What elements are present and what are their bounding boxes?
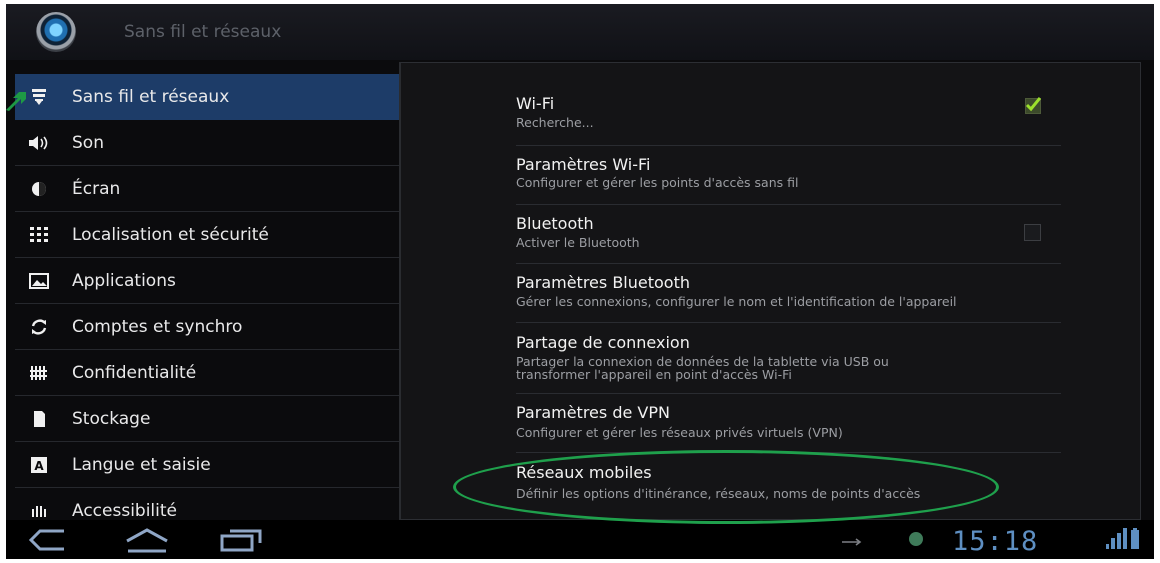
- wifi-checkbox[interactable]: [1025, 97, 1041, 114]
- storage-icon: [28, 408, 50, 430]
- brightness-icon: [28, 178, 50, 200]
- settings-detail-panel: Wi-Fi Recherche... Paramètres Wi-Fi Conf…: [399, 62, 1141, 520]
- setting-wifi-params[interactable]: Paramètres Wi-Fi Configurer et gérer les…: [516, 146, 1061, 205]
- setting-vpn[interactable]: Paramètres de VPN Configurer et gérer le…: [516, 394, 1061, 453]
- setting-bluetooth[interactable]: Bluetooth Activer le Bluetooth: [516, 205, 1061, 264]
- setting-title: Paramètres Bluetooth: [516, 273, 690, 292]
- sidebar-item-display[interactable]: Écran: [15, 166, 399, 212]
- sidebar-item-label: Stockage: [72, 408, 151, 429]
- sidebar-item-accounts-sync[interactable]: Comptes et synchro: [15, 304, 399, 350]
- sidebar-item-label: Comptes et synchro: [72, 316, 243, 337]
- status-clock[interactable]: 15:18: [952, 526, 1038, 557]
- sidebar-item-storage[interactable]: Stockage: [15, 396, 399, 442]
- android-notification-icon[interactable]: [909, 532, 923, 546]
- setting-title: Wi-Fi: [516, 94, 555, 113]
- home-button[interactable]: [124, 527, 170, 553]
- language-icon: A: [28, 454, 50, 476]
- setting-summary: Recherche...: [516, 115, 594, 130]
- sidebar-item-accessibility[interactable]: Accessibilité: [15, 488, 399, 520]
- green-arrow-annotation: [6, 92, 26, 111]
- sync-icon: [28, 316, 50, 338]
- setting-mobile-networks[interactable]: Réseaux mobiles Définir les options d'it…: [516, 453, 1061, 511]
- setting-title: Paramètres de VPN: [516, 403, 670, 422]
- signal-battery-icon[interactable]: [1106, 528, 1142, 550]
- sidebar-item-label: Son: [72, 132, 104, 153]
- privacy-icon: [28, 362, 50, 384]
- sidebar-item-applications[interactable]: Applications: [15, 258, 399, 304]
- sidebar-item-privacy[interactable]: Confidentialité: [15, 350, 399, 396]
- accessibility-icon: [28, 500, 50, 521]
- setting-summary-line2: transformer l'appareil en point d'accès …: [516, 367, 792, 382]
- svg-text:A: A: [34, 459, 44, 473]
- sidebar-item-label: Confidentialité: [72, 362, 197, 383]
- setting-tethering[interactable]: Partage de connexion Partager la connexi…: [516, 323, 1061, 394]
- sidebar-item-wireless[interactable]: Sans fil et réseaux: [15, 74, 399, 120]
- setting-title: Paramètres Wi-Fi: [516, 155, 651, 174]
- sidebar-item-location-security[interactable]: Localisation et sécurité: [15, 212, 399, 258]
- action-bar-title: Sans fil et réseaux: [124, 22, 282, 42]
- back-button[interactable]: [28, 527, 66, 553]
- bluetooth-checkbox[interactable]: [1024, 224, 1041, 241]
- applications-icon: [28, 270, 50, 292]
- setting-bluetooth-params[interactable]: Paramètres Bluetooth Gérer les connexion…: [516, 264, 1061, 323]
- system-bar: 15:18: [6, 520, 1154, 559]
- setting-summary: Configurer et gérer les réseaux privés v…: [516, 425, 843, 440]
- setting-summary: Gérer les connexions, configurer le nom …: [516, 294, 957, 309]
- settings-sidebar: Sans fil et réseaux Son Écran Localisati…: [6, 74, 399, 520]
- sidebar-item-language-input[interactable]: A Langue et saisie: [15, 442, 399, 488]
- checkmark-icon: [1025, 97, 1041, 112]
- sidebar-item-label: Écran: [72, 178, 121, 199]
- tablet-screen: Sans fil et réseaux Sans fil et réseaux …: [6, 4, 1154, 559]
- sidebar-item-label: Sans fil et réseaux: [72, 87, 230, 107]
- location-grid-icon: [28, 224, 50, 246]
- recent-apps-button[interactable]: [218, 527, 264, 553]
- settings-app-icon[interactable]: [36, 12, 76, 52]
- setting-title: Réseaux mobiles: [516, 463, 652, 482]
- setting-wifi[interactable]: Wi-Fi Recherche...: [516, 83, 1061, 146]
- usb-icon: [842, 538, 862, 546]
- action-bar: Sans fil et réseaux: [6, 4, 1154, 60]
- setting-title: Partage de connexion: [516, 333, 690, 352]
- sidebar-item-sound[interactable]: Son: [15, 120, 399, 166]
- sidebar-item-label: Langue et saisie: [72, 454, 211, 475]
- setting-summary: Configurer et gérer les points d'accès s…: [516, 175, 799, 190]
- speaker-icon: [28, 132, 50, 154]
- setting-title: Bluetooth: [516, 214, 594, 233]
- sidebar-item-label: Accessibilité: [72, 500, 178, 521]
- setting-summary: Définir les options d'itinérance, réseau…: [516, 486, 921, 501]
- sidebar-item-label: Localisation et sécurité: [72, 224, 269, 245]
- setting-summary: Activer le Bluetooth: [516, 235, 640, 250]
- sidebar-item-label: Applications: [72, 270, 176, 291]
- wireless-icon: [28, 86, 50, 108]
